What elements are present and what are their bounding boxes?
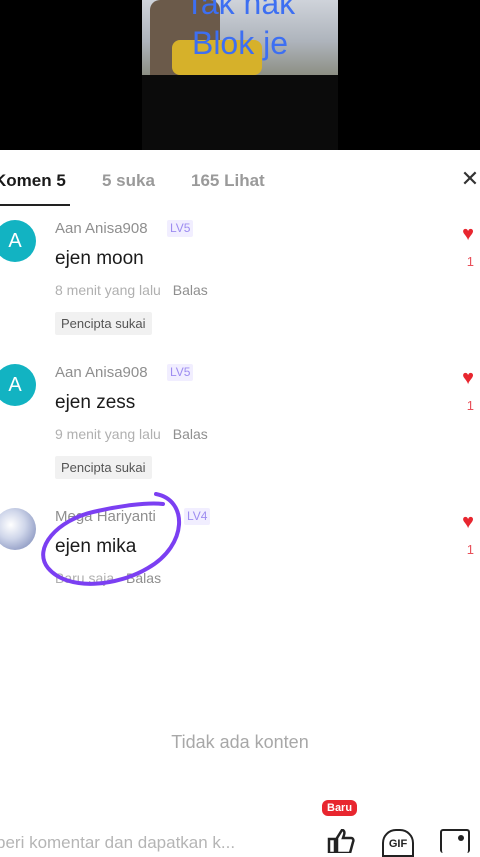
- comments-panel: Komen 5 5 suka 165 Lihat ✕ A Aan Anisa90…: [0, 150, 480, 852]
- tab-views[interactable]: 165 Lihat: [191, 171, 265, 191]
- tab-bar: Komen 5 5 suka 165 Lihat ✕: [0, 150, 480, 208]
- heart-icon[interactable]: ♥: [458, 368, 478, 388]
- level-badge: LV5: [167, 220, 194, 237]
- heart-icon[interactable]: ♥: [458, 512, 478, 532]
- comment-input[interactable]: beri komentar dan dapatkan k...: [0, 833, 235, 853]
- avatar[interactable]: [0, 508, 36, 550]
- tab-likes[interactable]: 5 suka: [102, 171, 155, 191]
- video-dark-area: [142, 75, 338, 150]
- overlay-text-line2: Blok je: [191, 25, 289, 61]
- reply-button[interactable]: Balas: [173, 426, 208, 442]
- active-tab-underline: [0, 204, 70, 206]
- comment-username[interactable]: Aan Anisa908: [55, 364, 148, 381]
- empty-state-text: Tidak ada konten: [171, 732, 309, 752]
- tab-comments[interactable]: Komen 5: [0, 171, 66, 191]
- close-icon[interactable]: ✕: [460, 168, 480, 190]
- overlay-text-line1: Tak nak: [184, 0, 296, 21]
- gif-icon[interactable]: GIF: [382, 829, 414, 857]
- creator-liked-tag: Pencipta sukai: [55, 312, 152, 335]
- avatar[interactable]: A: [0, 364, 36, 406]
- comment-text: ejen moon: [55, 248, 144, 269]
- creator-liked-tag: Pencipta sukai: [55, 456, 152, 479]
- like-count: 1: [466, 398, 474, 413]
- thumbs-up-icon[interactable]: [326, 829, 356, 853]
- video-area[interactable]: Tak nak Blok je: [0, 0, 480, 150]
- video-thumbnail[interactable]: Tak nak Blok je: [142, 0, 338, 75]
- highlight-circle: [41, 492, 181, 586]
- avatar[interactable]: A: [0, 220, 36, 262]
- comment-time: 9 menit yang lalu: [55, 426, 161, 442]
- new-badge: Baru: [322, 800, 358, 816]
- comment-username[interactable]: Aan Anisa908: [55, 220, 148, 237]
- like-count: 1: [466, 542, 474, 557]
- comment-input-bar: beri komentar dan dapatkan k... Baru GIF: [0, 800, 480, 857]
- comment-meta: 8 menit yang lalu Balas: [55, 282, 208, 298]
- reply-button[interactable]: Balas: [173, 282, 208, 298]
- comment-meta: 9 menit yang lalu Balas: [55, 426, 208, 442]
- comment-time: 8 menit yang lalu: [55, 282, 161, 298]
- image-icon[interactable]: [440, 829, 470, 853]
- like-count: 1: [466, 254, 474, 269]
- level-badge: LV5: [167, 364, 194, 381]
- heart-icon[interactable]: ♥: [458, 224, 478, 244]
- comment-text: ejen zess: [55, 392, 136, 413]
